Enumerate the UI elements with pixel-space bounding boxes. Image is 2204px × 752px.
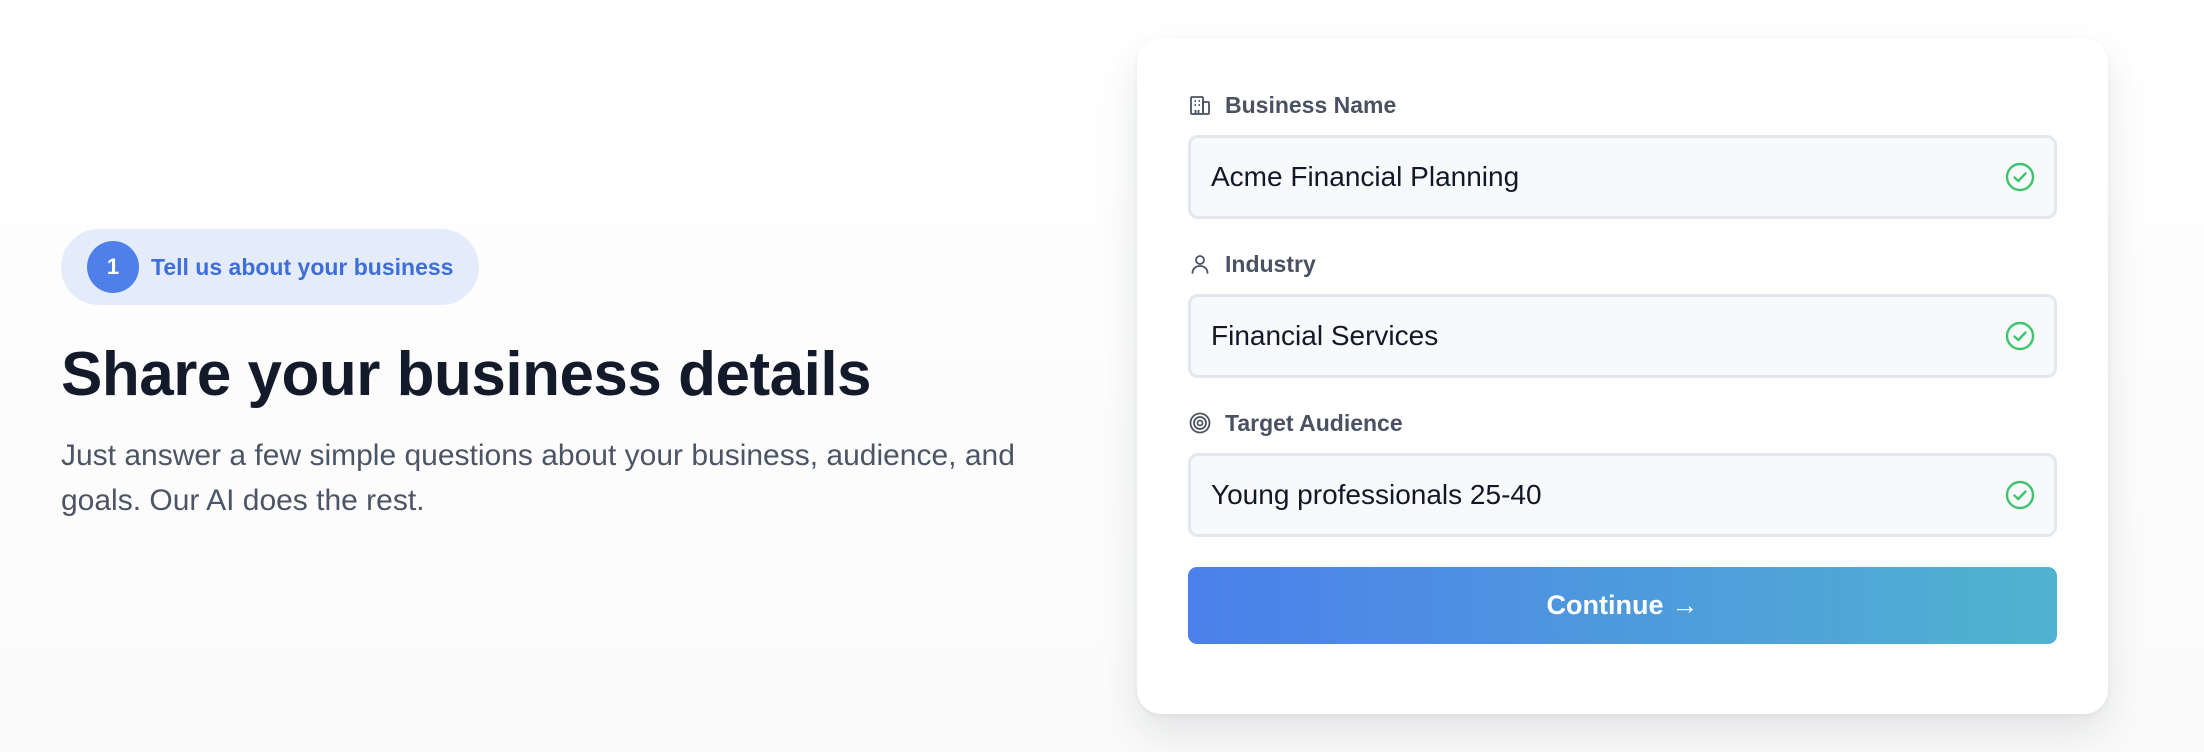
target-audience-input[interactable] [1211,479,1991,511]
check-circle-icon [2005,321,2035,351]
step-number: 1 [87,241,139,293]
arrow-right-icon: → [1671,590,1699,620]
user-icon [1188,252,1212,276]
check-circle-icon [2005,162,2035,192]
step-badge: 1 Tell us about your business [61,229,480,305]
continue-button[interactable]: Continue → [1188,567,2057,644]
business-name-label-text: Business Name [1225,91,1397,118]
target-audience-label-text: Target Audience [1225,409,1403,436]
industry-input-wrapper [1188,294,2057,378]
business-name-input-wrapper [1188,135,2057,219]
check-circle-icon [2005,480,2035,510]
industry-label-text: Industry [1225,250,1316,277]
target-icon [1188,411,1212,435]
target-audience-label: Target Audience [1188,408,2057,438]
business-name-input[interactable] [1211,161,1991,193]
business-name-field: Business Name [1188,90,2057,219]
target-audience-input-wrapper [1188,453,2057,537]
intro-section: 1 Tell us about your business Share your… [61,229,1061,523]
step-label: Tell us about your business [151,253,454,280]
page-title: Share your business details [61,340,872,409]
industry-label: Industry [1188,249,2057,279]
industry-input[interactable] [1211,320,1991,352]
target-audience-field: Target Audience [1188,408,2057,537]
business-form-card: Business Name Industry [1137,38,2108,714]
business-name-label: Business Name [1188,90,2057,120]
building-icon [1188,93,1212,117]
page: 1 Tell us about your business Share your… [0,0,2204,752]
continue-button-label: Continue [1546,590,1664,620]
page-subtitle: Just answer a few simple questions about… [61,439,1015,518]
industry-field: Industry [1188,249,2057,378]
